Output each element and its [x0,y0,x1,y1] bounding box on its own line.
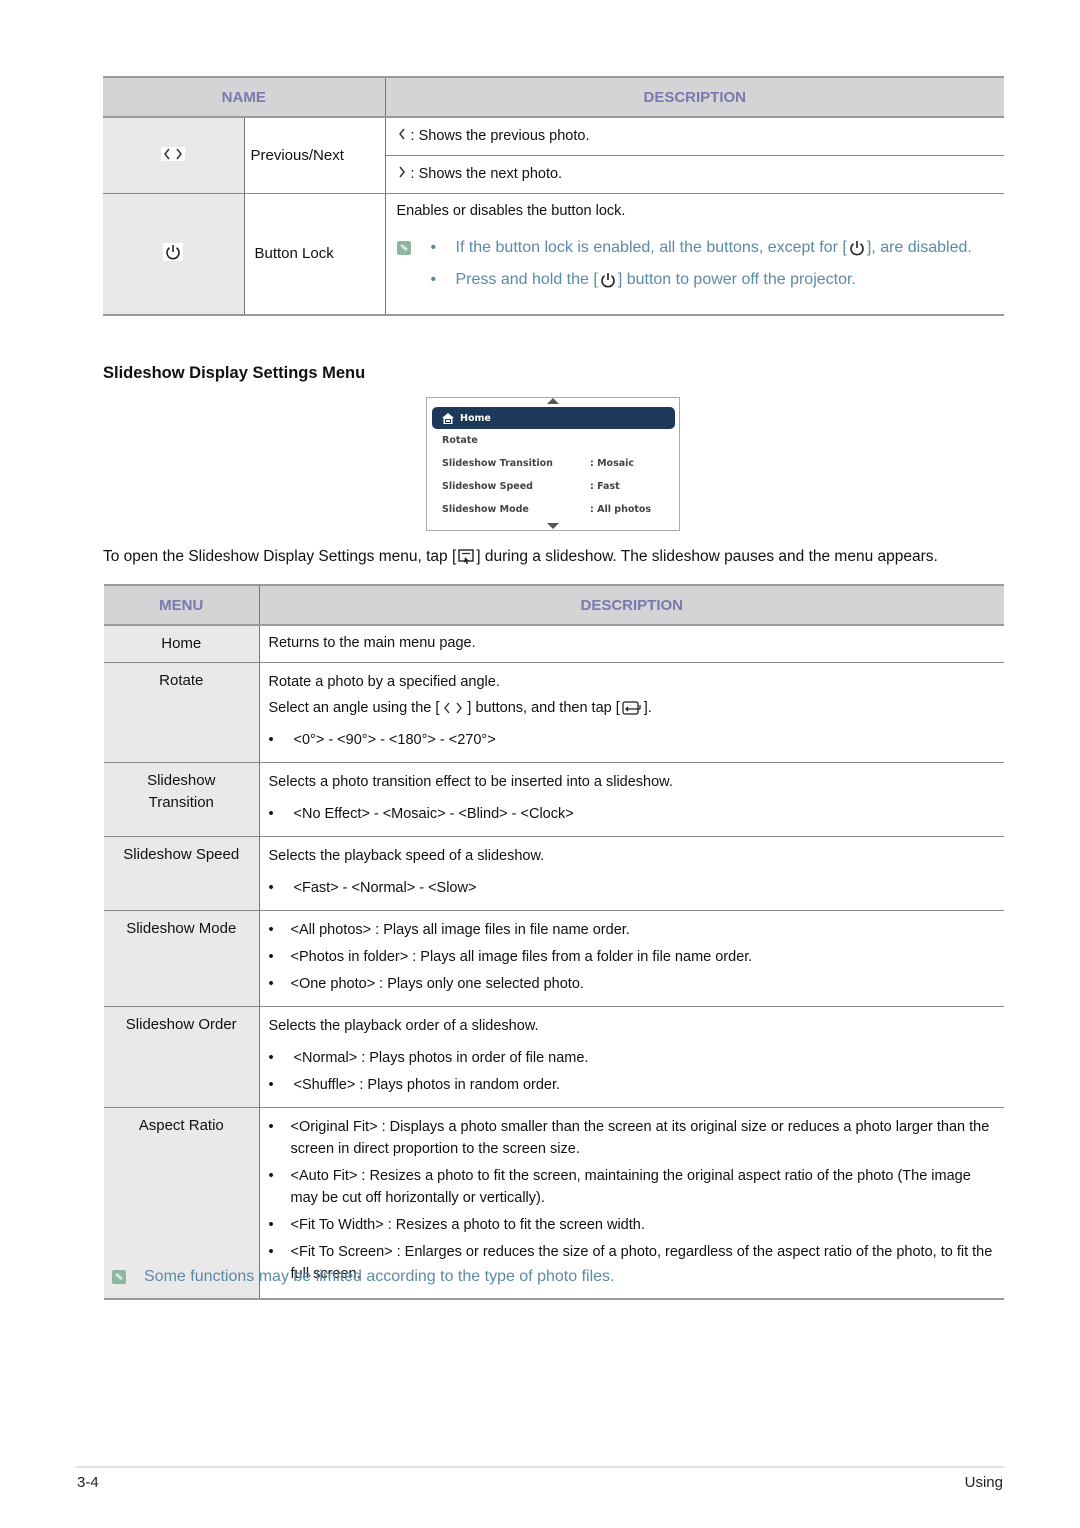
menu-cell: Home [104,624,260,663]
bullet-item: • <Original Fit> : Displays a photo small… [268,1119,990,1157]
note: Some functions may be limited according … [112,1268,614,1286]
menu-item-label: Slideshow Speed [442,481,533,492]
scroll-up-arrow-icon [547,398,559,404]
column-header-description: DESCRIPTION [258,585,1004,626]
page-number: 3-4 [77,1474,99,1491]
description-text: Enables or disables the button lock. [396,202,626,219]
table-row: Rotate Rotate a photo by a specified ang… [104,662,1004,763]
chapter-name: Using [964,1474,1003,1491]
slideshow-menu-icon [458,549,474,565]
slideshow-settings-table: MENU DESCRIPTION Home Returns to the mai… [104,584,1004,1300]
column-header-description: DESCRIPTION [384,77,1004,118]
note-item: • If the button lock is enabled, all the… [396,232,1005,264]
menu-cell: Slideshow Mode [104,910,260,1007]
column-header-menu: MENU [104,585,259,626]
buttons-table: NAME DESCRIPTION Previous/Next : Shows t… [103,76,1004,316]
menu-cell: Slideshow Transition [104,762,260,837]
description-cell: Selects a photo transition effect to be … [259,762,1004,837]
menu-item-value: : Mosaic [590,458,635,469]
note-icon [112,1270,126,1284]
bullet-item: • <All photos> : Plays all image files in… [268,922,630,938]
intro-paragraph: To open the Slideshow Display Settings m… [103,548,938,565]
power-icon [600,272,616,288]
icon-cell [103,116,245,193]
bullet: • [430,238,437,256]
description-text: : Shows the next photo. [410,166,563,182]
bullet-item: • <Auto Fit> : Resizes a photo to fit the… [268,1168,971,1206]
icon-cell [103,192,245,315]
menu-item-label: Slideshow Transition [442,458,553,469]
menu-item-home-selected: Home [432,407,675,429]
table-row: Button Lock Enables or disables the butt… [103,192,1005,315]
menu-item-value: : Fast [590,481,620,492]
description-cell: • <All photos> : Plays all image files in… [259,910,1004,1007]
table-row: Previous/Next : Shows the previous photo… [103,116,1004,193]
note-text: Some functions may be limited according … [144,1268,615,1285]
bullet-item: • <0°> - <90°> - <180°> - <270°> [268,732,496,748]
description-cell: : Shows the next photo. [385,154,1004,193]
chevron-left-icon [397,128,407,144]
description-text: : Shows the previous photo. [410,128,590,145]
section-heading: Slideshow Display Settings Menu [103,364,366,382]
home-icon [442,412,454,424]
name-cell: Button Lock [244,192,386,315]
note-item: • Press and hold the [ ] button to power… [430,270,856,288]
menu-item-label: Rotate [442,435,478,446]
power-icon [163,243,184,262]
menu-item-value: : All photos [590,504,652,515]
description-cell: Selects the playback order of a slidesho… [259,1006,1004,1108]
menu-cell: Slideshow Speed [104,836,260,911]
table-row: Slideshow Order Selects the playback ord… [104,1006,1004,1108]
description-cell: Returns to the main menu page. [259,624,1004,663]
menu-cell: Rotate [104,662,260,763]
bullet-item: • <Normal> : Plays photos in order of fil… [268,1050,589,1066]
table-row: Slideshow Transition Selects a photo tra… [104,762,1004,837]
description-cell: Enables or disables the button lock. • I… [385,192,1005,315]
power-icon [849,240,865,256]
enter-icon [622,701,642,715]
table-row: Slideshow Mode • <All photos> : Plays all… [104,910,1004,1007]
chevron-right-icon [397,166,407,182]
bullet-item: • <No Effect> - <Mosaic> - <Blind> - <Clo… [268,806,574,822]
description-cell: Selects the playback speed of a slidesho… [259,836,1004,911]
footer-divider [76,1466,1004,1468]
bullet-item: • <Fit To Width> : Resizes a photo to fit… [268,1217,645,1233]
bullet-item: • <One photo> : Plays only one selected p… [268,976,584,992]
menu-item-label: Slideshow Mode [442,504,529,515]
table-row: Home Returns to the main menu page. [104,624,1004,663]
chevron-left-right-icon [443,702,463,714]
description-cell: : Shows the previous photo. [385,116,1004,155]
bullet-item: • <Shuffle> : Plays photos in random orde… [268,1077,561,1093]
table-row: Slideshow Speed Selects the playback spe… [104,836,1004,911]
note-icon [396,240,411,255]
chevron-left-right-icon [161,146,186,161]
menu-screenshot: Home Rotate Slideshow Transition : Mosai… [426,397,680,531]
column-header-name: NAME [103,77,385,118]
scroll-down-arrow-icon [547,523,559,529]
bullet: • [430,270,437,288]
bullet-item: • <Fast> - <Normal> - <Slow> [268,880,477,896]
bullet-item: • <Photos in folder> : Plays all image fi… [268,949,753,965]
description-cell: Rotate a photo by a specified angle. Sel… [259,662,1004,763]
name-cell: Previous/Next [244,116,386,193]
menu-cell: Slideshow Order [104,1006,260,1108]
